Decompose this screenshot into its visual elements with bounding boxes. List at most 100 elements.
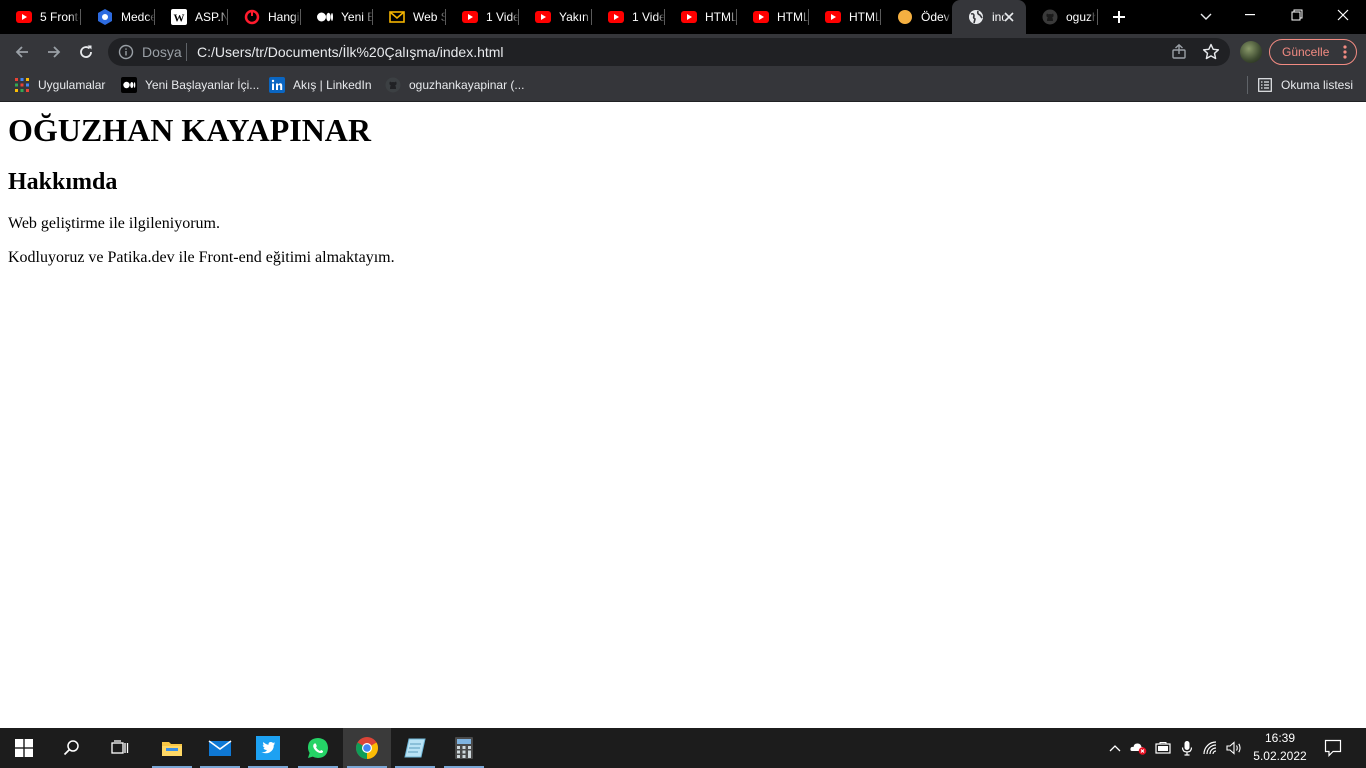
taskbar-file-explorer[interactable] [148,728,196,768]
tab-strip: 5 Front-end Medcezir W ASP.NET Hangi Yen… [0,0,1366,34]
tab-youtube-4[interactable]: 1 Video [592,0,665,34]
microphone-icon [1181,741,1193,756]
new-tab-button[interactable] [1108,6,1130,28]
tab-search-button[interactable] [1196,7,1216,27]
tab-label: 5 Front-end [40,10,80,24]
update-button-label: Güncelle [1282,45,1330,59]
twitter-icon [256,736,280,760]
tab-odev[interactable]: Ödev [881,0,951,34]
mail-icon [389,9,405,25]
tab-label: HTML [705,10,737,24]
share-icon[interactable] [1170,43,1188,61]
tab-web-sitesi[interactable]: Web Sitesi [373,0,446,34]
search-icon [63,740,79,756]
taskbar-chrome[interactable] [343,728,391,768]
bookmarks-divider [1247,76,1248,94]
reload-button[interactable] [72,38,100,66]
tab-youtube-3[interactable]: Yakın [519,0,592,34]
show-hidden-icons-button[interactable] [1106,738,1124,758]
profile-avatar[interactable] [1240,41,1262,63]
tab-github[interactable]: oguzhankayapinar [1026,0,1098,34]
youtube-icon [753,9,769,25]
tab-label: 1 Video [486,10,519,24]
tab-label: Medcezir [121,10,155,24]
bookmark-linkedin[interactable]: Akış | LinkedIn [269,76,372,94]
close-window-button[interactable] [1320,0,1366,30]
action-center-button[interactable] [1318,728,1348,768]
minimize-button[interactable] [1228,0,1274,30]
microphone-tray-button[interactable] [1178,738,1196,758]
restore-button[interactable] [1274,0,1320,30]
bookmark-label: Uygulamalar [38,78,106,92]
taskbar-notepad[interactable] [391,728,439,768]
file-explorer-icon [162,742,182,756]
reading-list-button[interactable]: Okuma listesi [1257,76,1353,94]
tab-aspnet[interactable]: W ASP.NET [155,0,228,34]
close-tab-icon[interactable] [1002,10,1016,24]
task-view-icon [111,740,129,754]
wifi-icon [1203,741,1217,755]
tab-youtube-5[interactable]: HTML [665,0,737,34]
back-arrow-icon [15,46,28,58]
reading-list-icon [1257,77,1273,93]
address-divider [186,43,187,61]
linkedin-icon [269,77,285,93]
tab-label: Yeni Başlayanlar [341,10,373,24]
bookmark-star-icon[interactable] [1202,43,1220,61]
tab-label: Web Sitesi [413,10,446,24]
update-button[interactable]: Güncelle [1269,39,1357,65]
page-title: OĞUZHAN KAYAPINAR [8,112,372,148]
tab-label: Ödev [921,10,950,24]
notification-icon [1324,739,1342,757]
tab-index-html[interactable]: index.html [952,0,1026,34]
tab-medcezir[interactable]: Medcezir [81,0,155,34]
tab-separator [1097,9,1098,25]
reload-icon [80,45,92,58]
restore-icon [1291,9,1303,21]
address-url[interactable]: C:/Users/tr/Documents/İlk%20Çalışma/inde… [197,44,504,60]
notepad-icon [404,738,426,758]
tab-label: ASP.NET [195,10,228,24]
search-button[interactable] [48,728,96,768]
tab-label: oguzhankayapinar [1066,10,1096,24]
youtube-icon [608,9,624,25]
tab-youtube-1[interactable]: 5 Front-end [0,0,81,34]
info-icon[interactable] [118,44,134,60]
tab-youtube-7[interactable]: HTML [809,0,881,34]
bookmark-github[interactable]: oguzhankayapinar (... [385,76,524,94]
tab-label: Yakın [559,10,589,24]
patika-icon [897,9,913,25]
taskbar-clock[interactable]: 16:39 5.02.2022 [1250,729,1310,767]
tab-hangi[interactable]: Hangi [228,0,301,34]
paragraph-interest: Web geliştirme ile ilgileniyorum. [8,215,220,232]
reading-list-label: Okuma listesi [1281,78,1354,92]
task-view-button[interactable] [96,728,144,768]
volume-tray-button[interactable] [1226,738,1244,758]
mail-icon [208,740,232,756]
forward-arrow-icon [48,46,61,58]
page-viewport: OĞUZHAN KAYAPINAR Hakkımda Web geliştirm… [0,103,1366,728]
bookmark-label: Akış | LinkedIn [293,78,372,92]
paragraph-education: Kodluyoruz ve Patika.dev ile Front-end e… [8,249,395,266]
bookmark-apps[interactable]: Uygulamalar [14,76,105,94]
start-button[interactable] [0,728,48,768]
taskbar-twitter[interactable] [244,728,292,768]
tab-yeni-baslayanlar[interactable]: Yeni Başlayanlar [301,0,373,34]
taskbar-calculator[interactable] [440,728,488,768]
taskbar-mail[interactable] [196,728,244,768]
cloud-error-icon [1130,743,1147,755]
chrome-icon [356,737,378,759]
more-menu-icon [1343,45,1347,59]
taskbar-whatsapp[interactable] [294,728,342,768]
tab-youtube-2[interactable]: 1 Video [446,0,519,34]
tab-youtube-6[interactable]: HTML [737,0,809,34]
back-button[interactable] [8,38,36,66]
network-tray-button[interactable] [1202,738,1220,758]
forward-button[interactable] [40,38,68,66]
opera-icon [244,9,260,25]
battery-tray-button[interactable] [1154,738,1172,758]
start-icon [15,739,33,757]
onedrive-tray-button[interactable] [1130,738,1148,758]
medcezir-icon [97,9,113,25]
bookmark-medium[interactable]: Yeni Başlayanlar İçi... [121,76,259,94]
